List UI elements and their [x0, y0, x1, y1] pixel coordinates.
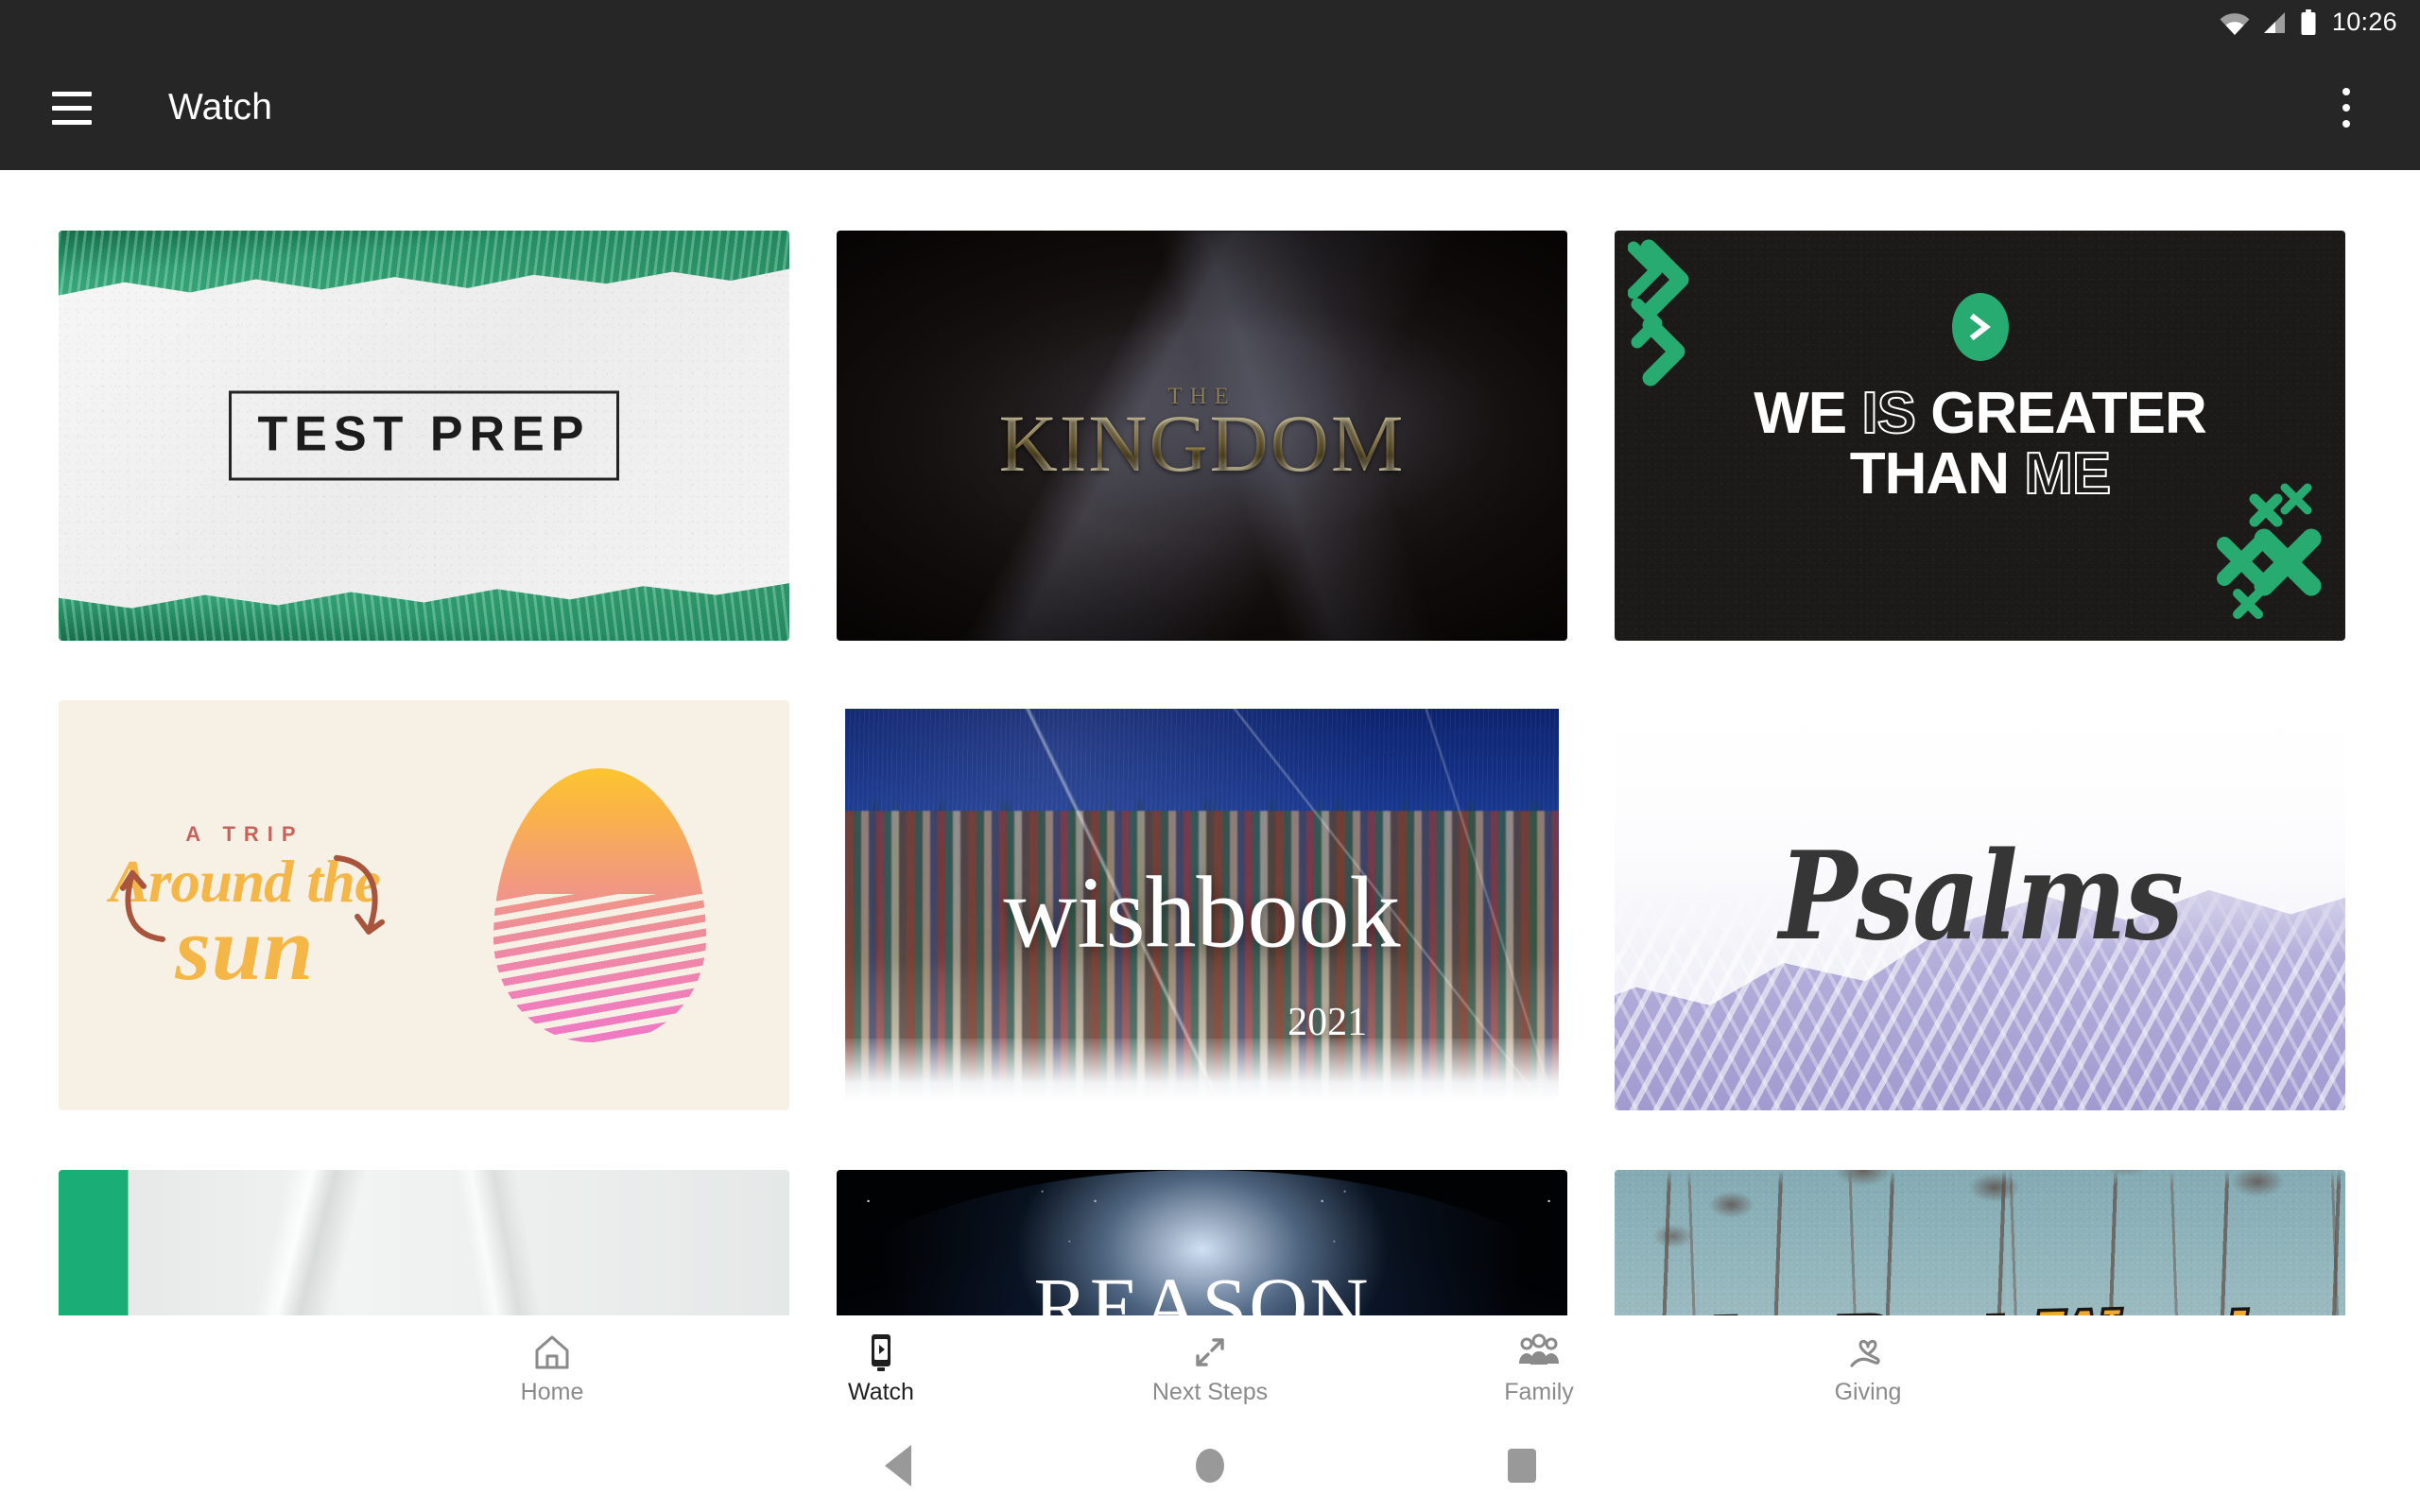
card-title: REASON: [1033, 1261, 1371, 1315]
app-screen: 10:26 Watch TEST PREP THE KINGDOM WE IS …: [0, 0, 2420, 1512]
next-steps-icon: [1190, 1332, 1230, 1373]
nav-label-home: Home: [520, 1378, 584, 1405]
media-card-reason[interactable]: REASON: [837, 1170, 1567, 1315]
home-circle-icon: [1196, 1449, 1224, 1483]
test-prep-title-box: TEST PREP: [228, 390, 620, 481]
home-icon: [532, 1332, 572, 1373]
card-title-word-than: THAN: [1849, 440, 2010, 507]
status-time: 10:26: [2331, 7, 2397, 36]
nav-label-family: Family: [1504, 1378, 1574, 1405]
more-vertical-icon[interactable]: [2316, 74, 2377, 142]
palm-fronds: [1615, 1170, 2345, 1291]
watch-play-icon: [861, 1332, 901, 1373]
nav-item-watch[interactable]: Watch: [717, 1315, 1046, 1419]
nav-item-home[interactable]: Home: [388, 1315, 717, 1419]
green-x-marks-decoration: [2143, 482, 2332, 633]
media-card-grid: TEST PREP THE KINGDOM WE IS GREATER THAN…: [59, 231, 2368, 1315]
battery-icon: [2300, 9, 2317, 36]
recents-button[interactable]: [1366, 1419, 1678, 1512]
content-scroll-area[interactable]: TEST PREP THE KINGDOM WE IS GREATER THAN…: [0, 170, 2420, 1315]
greater-title-block: WE IS GREATER THAN ME: [1650, 384, 2311, 505]
cellular-signal-icon: [2260, 10, 2287, 35]
wifi-icon: [2219, 11, 2250, 35]
app-bar: Watch: [0, 45, 2420, 170]
card-title: wishbook: [1003, 856, 1401, 970]
giving-heart-hand-icon: [1847, 1332, 1889, 1373]
media-card-palms[interactable]: The Best Way to: [1615, 1170, 2345, 1315]
android-system-navigation-bar: [0, 1419, 2420, 1512]
card-title: Psalms: [1778, 826, 2183, 969]
home-button[interactable]: [1054, 1419, 1366, 1512]
nav-item-family[interactable]: Family: [1374, 1315, 1703, 1419]
card-title: TEST PREP: [257, 406, 591, 462]
card-title-word-greater: GREATER: [1930, 381, 2207, 446]
media-card-psalms[interactable]: Psalms: [1615, 700, 2345, 1110]
card-title: KINGDOM: [998, 397, 1406, 489]
media-card-the-kingdom[interactable]: THE KINGDOM: [837, 231, 1567, 641]
around-the-sun-title-block: A TRIP Around the sun: [110, 821, 385, 993]
card-title-word-me: ME: [2023, 440, 2112, 507]
hamburger-menu-icon[interactable]: [38, 74, 106, 142]
chevron-right-badge-icon: [1951, 293, 2009, 361]
nav-item-next-steps[interactable]: Next Steps: [1046, 1315, 1374, 1419]
curved-arrow-left-icon: [115, 845, 182, 949]
page-title: Watch: [168, 87, 273, 128]
card-title-word-we: WE: [1754, 381, 1847, 446]
status-bar: 10:26: [0, 0, 2420, 45]
media-card-green-white[interactable]: [59, 1170, 789, 1315]
kingdom-title-block: THE KINGDOM: [999, 384, 1406, 484]
media-card-around-the-sun[interactable]: A TRIP Around the sun: [59, 700, 789, 1110]
nav-label-watch: Watch: [848, 1378, 914, 1405]
bottom-navigation-bar: Home Watch Next Steps Family Giving: [0, 1315, 2420, 1419]
card-eyebrow: A TRIP: [185, 821, 304, 846]
nav-item-giving[interactable]: Giving: [1703, 1315, 2032, 1419]
media-card-we-is-greater-than-me[interactable]: WE IS GREATER THAN ME: [1615, 231, 2345, 641]
media-card-wishbook[interactable]: wishbook 2021: [837, 700, 1567, 1110]
wishbook-photo: wishbook 2021: [845, 709, 1559, 1102]
striped-sun-graphic: [493, 768, 706, 1059]
recents-square-icon: [1508, 1449, 1536, 1483]
nav-label-next-steps: Next Steps: [1151, 1378, 1269, 1405]
family-icon: [1517, 1332, 1561, 1373]
back-button[interactable]: [742, 1419, 1054, 1512]
paper-crease-texture: [59, 1170, 789, 1315]
media-card-test-prep[interactable]: TEST PREP: [59, 231, 789, 641]
card-year: 2021: [1288, 1000, 1368, 1044]
nav-label-giving: Giving: [1834, 1378, 1902, 1405]
card-title-word-is: IS: [1860, 381, 1917, 446]
back-triangle-icon: [885, 1445, 911, 1486]
status-icons: [2219, 9, 2317, 36]
curved-arrow-right-icon: [321, 845, 397, 949]
